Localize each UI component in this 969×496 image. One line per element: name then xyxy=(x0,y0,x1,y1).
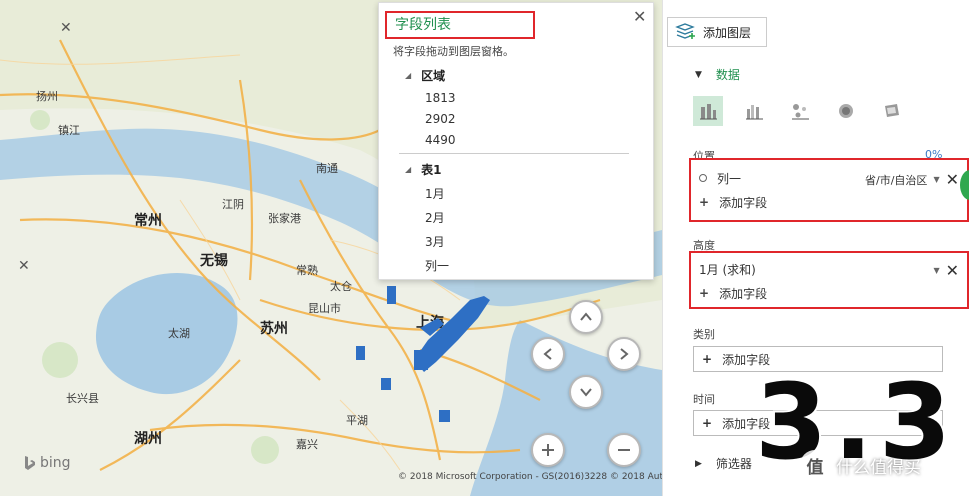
chevron-down-icon xyxy=(580,388,592,397)
category-label: 类别 xyxy=(693,328,715,341)
pan-down-button[interactable] xyxy=(569,375,603,409)
map-copyright: © 2018 Microsoft Corporation - GS(2016)3… xyxy=(398,472,662,482)
region-button[interactable] xyxy=(877,96,907,126)
field-item[interactable]: 3月 xyxy=(405,233,449,250)
field-list-title: 字段列表 xyxy=(385,11,535,39)
field-item[interactable]: 4490 xyxy=(405,133,456,147)
filter-label: 筛选器 xyxy=(715,457,752,471)
minus-icon xyxy=(618,449,630,451)
bing-logo: bing xyxy=(24,455,71,471)
stacked-column-button[interactable] xyxy=(693,96,723,126)
dropdown-icon[interactable]: ▼ xyxy=(933,175,939,184)
visualization-types xyxy=(693,96,907,126)
filter-section-header[interactable]: ▶ 筛选器 xyxy=(695,455,752,472)
field-list-panel: 字段列表 ✕ 将字段拖动到图层窗格。 ◢ 区域 1813 2902 4490 ◢… xyxy=(378,2,654,280)
position-field-type[interactable]: 省/市/自治区 xyxy=(865,172,927,188)
time-label: 时间 xyxy=(693,393,715,406)
field-group-table1: ◢ 表1 1月 2月 3月 列一 xyxy=(405,161,449,274)
data-section-header[interactable]: ▼ 数据 xyxy=(695,66,740,83)
remove-icon[interactable]: ✕ xyxy=(946,170,959,189)
heatmap-button[interactable] xyxy=(831,96,861,126)
pan-left-button[interactable] xyxy=(531,337,565,371)
add-layer-label: 添加图层 xyxy=(703,25,752,40)
add-field-button[interactable]: + 添加字段 xyxy=(691,281,967,305)
bubble-button[interactable] xyxy=(785,96,815,126)
position-field-box: 列一 省/市/自治区 ▼ ✕ + 添加字段 xyxy=(689,158,969,222)
field-group-header[interactable]: ◢ 表1 xyxy=(405,161,449,178)
height-field-box: 1月 (求和) ▼ ✕ + 添加字段 xyxy=(689,251,969,309)
bubble-icon xyxy=(792,104,809,120)
expand-icon: ▶ xyxy=(695,458,702,469)
plus-icon: + xyxy=(702,416,713,430)
watermark-icon: 值 xyxy=(800,450,830,480)
add-field-button[interactable]: + 添加字段 xyxy=(691,190,967,214)
divider xyxy=(399,153,629,154)
height-field-row[interactable]: 1月 (求和) ▼ ✕ xyxy=(691,257,967,281)
field-item[interactable]: 列一 xyxy=(405,257,449,274)
pan-up-button[interactable] xyxy=(569,300,603,334)
field-item[interactable]: 1月 xyxy=(405,185,449,202)
heatmap-icon xyxy=(839,104,853,118)
plus-icon: + xyxy=(699,195,710,209)
collapse-icon: ▼ xyxy=(695,69,702,80)
chevron-up-icon xyxy=(580,312,592,321)
watermark: 值 什么值得买 xyxy=(800,450,921,480)
clustered-column-button[interactable] xyxy=(739,96,769,126)
region-icon xyxy=(885,104,899,117)
close-icon[interactable]: ✕ xyxy=(633,7,646,26)
chevron-left-icon xyxy=(543,348,552,360)
field-list-subtitle: 将字段拖动到图层窗格。 xyxy=(393,45,514,58)
layers-icon xyxy=(675,23,695,39)
collapse-icon: ◢ xyxy=(405,71,412,80)
bing-brand: bing xyxy=(40,455,71,471)
plus-icon: + xyxy=(702,352,713,366)
collapse-icon: ◢ xyxy=(405,165,412,174)
height-field-name: 1月 (求和) xyxy=(699,262,756,277)
position-field-row[interactable]: 列一 省/市/自治区 ▼ ✕ xyxy=(691,166,967,190)
pan-right-button[interactable] xyxy=(607,337,641,371)
field-group-header[interactable]: ◢ 区域 xyxy=(405,67,456,84)
zoom-in-button[interactable] xyxy=(531,433,565,467)
zoom-out-button[interactable] xyxy=(607,433,641,467)
remove-icon[interactable]: ✕ xyxy=(946,261,959,280)
clustered-column-icon xyxy=(746,105,763,120)
field-group-region: ◢ 区域 1813 2902 4490 xyxy=(405,67,456,147)
add-layer-button[interactable]: 添加图层 xyxy=(667,17,767,47)
field-item[interactable]: 1813 xyxy=(405,91,456,105)
data-section-label: 数据 xyxy=(715,68,740,82)
chevron-right-icon xyxy=(620,348,629,360)
dropdown-icon[interactable]: ▼ xyxy=(933,266,939,275)
field-item[interactable]: 2902 xyxy=(405,112,456,126)
field-item[interactable]: 2月 xyxy=(405,209,449,226)
plus-icon: + xyxy=(699,286,710,300)
watermark-text: 什么值得买 xyxy=(836,457,921,478)
position-field-name: 列一 xyxy=(717,171,742,186)
stacked-column-icon xyxy=(700,104,717,120)
radio-icon[interactable] xyxy=(699,174,707,182)
map-bar xyxy=(356,286,490,422)
plus-icon xyxy=(542,444,554,456)
bing-icon xyxy=(25,456,35,470)
